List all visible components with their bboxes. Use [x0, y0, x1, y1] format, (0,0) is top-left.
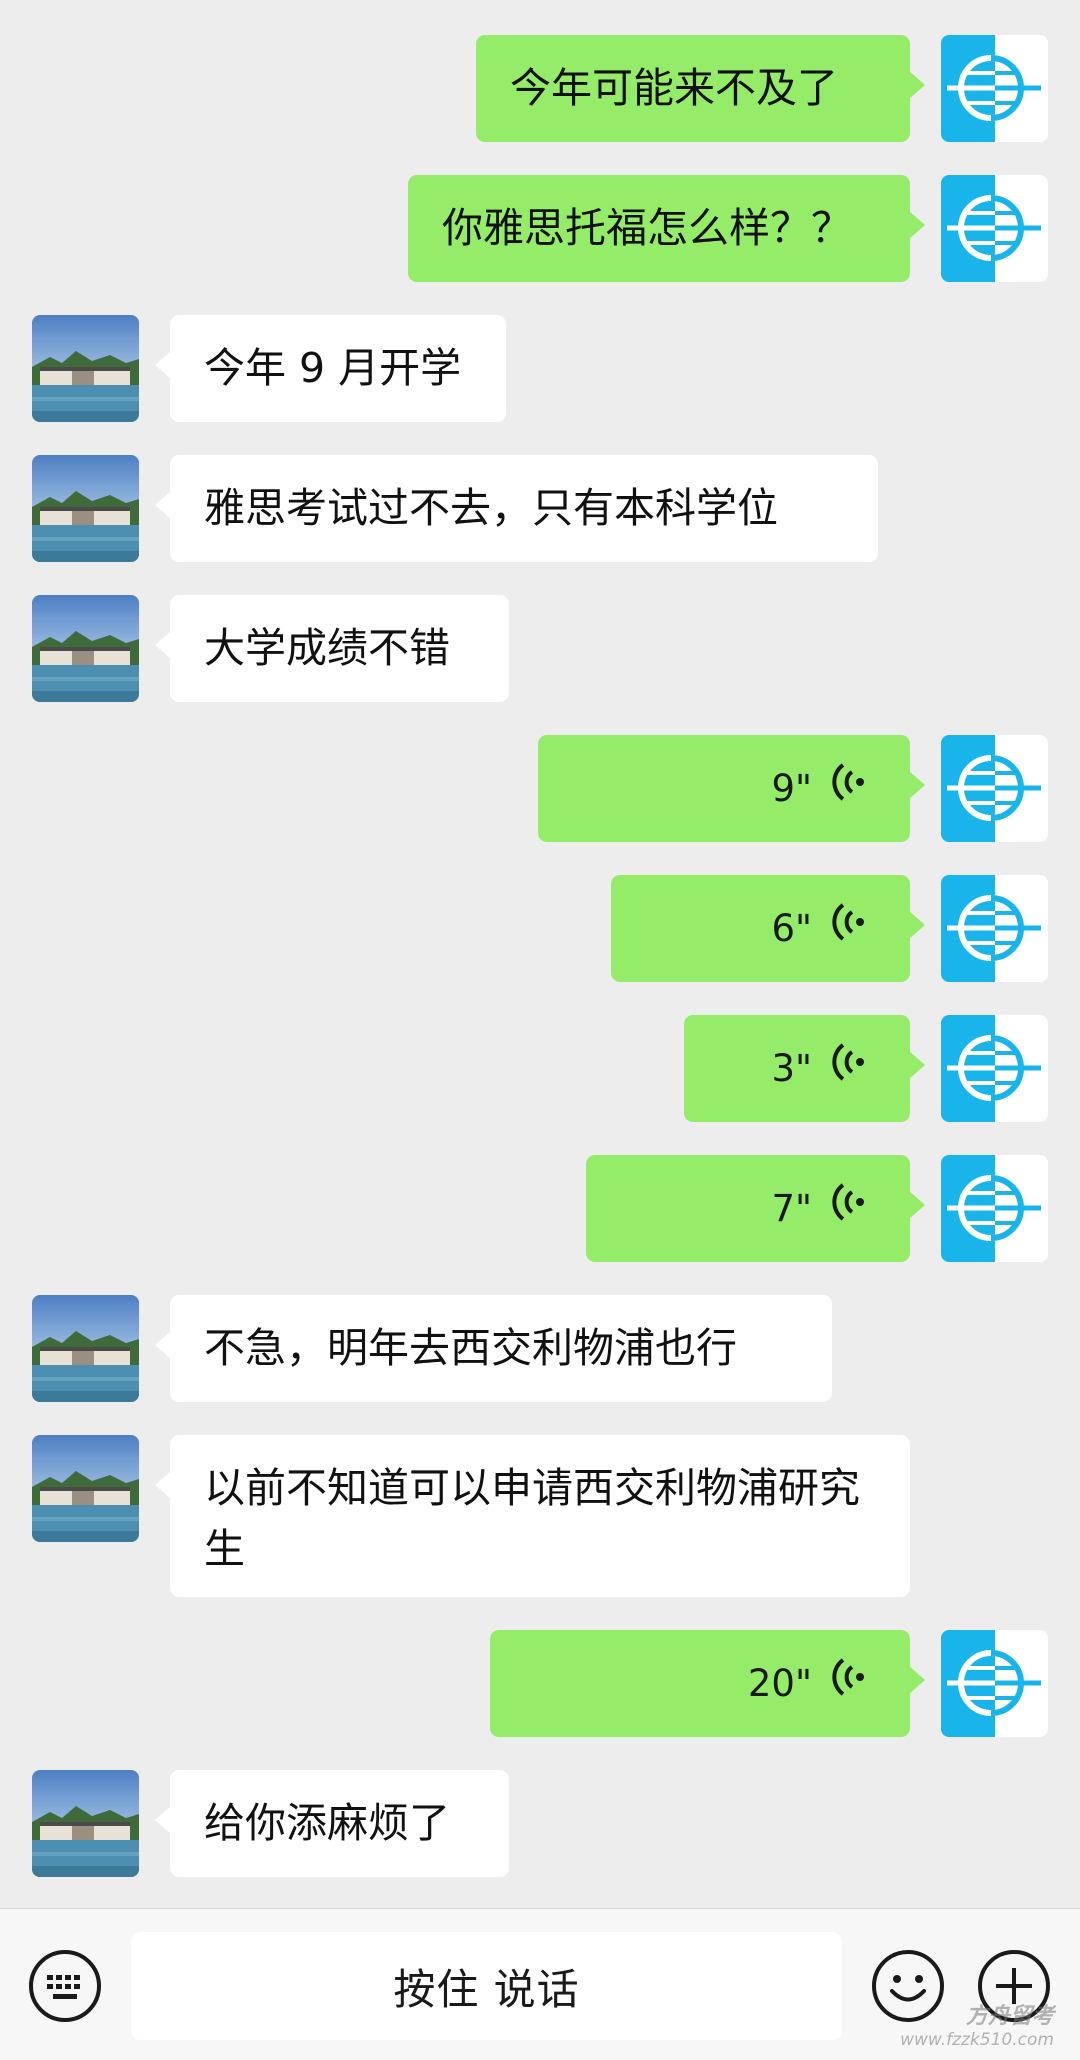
my-avatar[interactable]	[941, 35, 1048, 142]
incoming-text-bubble[interactable]: 今年 9 月开学	[155, 315, 506, 422]
voice-duration: 7"	[771, 1187, 812, 1230]
message-text: 你雅思托福怎么样？？	[442, 204, 852, 252]
contact-avatar[interactable]	[32, 455, 139, 562]
watermark-url: www.fzzk510.com	[900, 2030, 1054, 2050]
voice-wave-icon	[830, 1178, 866, 1239]
my-avatar[interactable]	[941, 1155, 1048, 1262]
my-avatar[interactable]	[941, 175, 1048, 282]
incoming-text-bubble[interactable]: 雅思考试过不去，只有本科学位	[155, 455, 878, 562]
voice-duration: 9"	[771, 767, 812, 810]
chat-area[interactable]: 今年可能来不及了 你雅思托福怎么样？？ 今年 9 月开学 雅思考试过不去，只有本…	[0, 0, 1080, 1908]
contact-avatar[interactable]	[32, 595, 139, 702]
watermark-brand: 方舟留考	[965, 2004, 1054, 2029]
incoming-text-bubble[interactable]: 不急，明年去西交利物浦也行	[155, 1295, 832, 1402]
my-avatar[interactable]	[941, 735, 1048, 842]
contact-avatar[interactable]	[32, 1770, 139, 1877]
message-text: 今年可能来不及了	[510, 64, 838, 112]
contact-avatar[interactable]	[32, 1435, 139, 1542]
hold-to-talk-label: 按住 说话	[393, 1964, 580, 2014]
voice-duration: 20"	[747, 1662, 812, 1705]
outgoing-voice-bubble[interactable]: 7"	[586, 1155, 925, 1262]
message-text: 雅思考试过不去，只有本科学位	[204, 484, 778, 532]
message-text: 以前不知道可以申请西交利物浦研究生	[204, 1464, 860, 1573]
my-avatar[interactable]	[941, 1015, 1048, 1122]
chat-input-bar: 按住 说话 方舟留考 www.fzzk510.com	[0, 1908, 1080, 2060]
keyboard-icon[interactable]	[27, 1948, 103, 2024]
voice-wave-icon	[830, 758, 866, 819]
contact-avatar[interactable]	[32, 1295, 139, 1402]
incoming-text-bubble[interactable]: 大学成绩不错	[155, 595, 509, 702]
message-text: 不急，明年去西交利物浦也行	[204, 1324, 737, 1372]
message-text: 给你添麻烦了	[204, 1799, 450, 1847]
voice-wave-icon	[830, 898, 866, 959]
message-text: 大学成绩不错	[204, 624, 450, 672]
outgoing-voice-bubble[interactable]: 20"	[490, 1630, 925, 1737]
my-avatar[interactable]	[941, 1630, 1048, 1737]
incoming-text-bubble[interactable]: 给你添麻烦了	[155, 1770, 509, 1877]
outgoing-text-bubble[interactable]: 今年可能来不及了	[476, 35, 925, 142]
watermark: 方舟留考 www.fzzk510.com	[900, 1998, 1054, 2050]
message-text: 今年 9 月开学	[204, 344, 462, 392]
voice-duration: 6"	[771, 907, 812, 950]
my-avatar[interactable]	[941, 875, 1048, 982]
contact-avatar[interactable]	[32, 315, 139, 422]
hold-to-talk-button[interactable]: 按住 说话	[131, 1932, 842, 2040]
voice-wave-icon	[830, 1653, 866, 1714]
outgoing-text-bubble[interactable]: 你雅思托福怎么样？？	[408, 175, 925, 282]
outgoing-voice-bubble[interactable]: 3"	[684, 1015, 925, 1122]
voice-duration: 3"	[771, 1047, 812, 1090]
outgoing-voice-bubble[interactable]: 6"	[611, 875, 925, 982]
voice-wave-icon	[830, 1038, 866, 1099]
outgoing-voice-bubble[interactable]: 9"	[538, 735, 925, 842]
incoming-text-bubble[interactable]: 以前不知道可以申请西交利物浦研究生	[155, 1435, 910, 1597]
